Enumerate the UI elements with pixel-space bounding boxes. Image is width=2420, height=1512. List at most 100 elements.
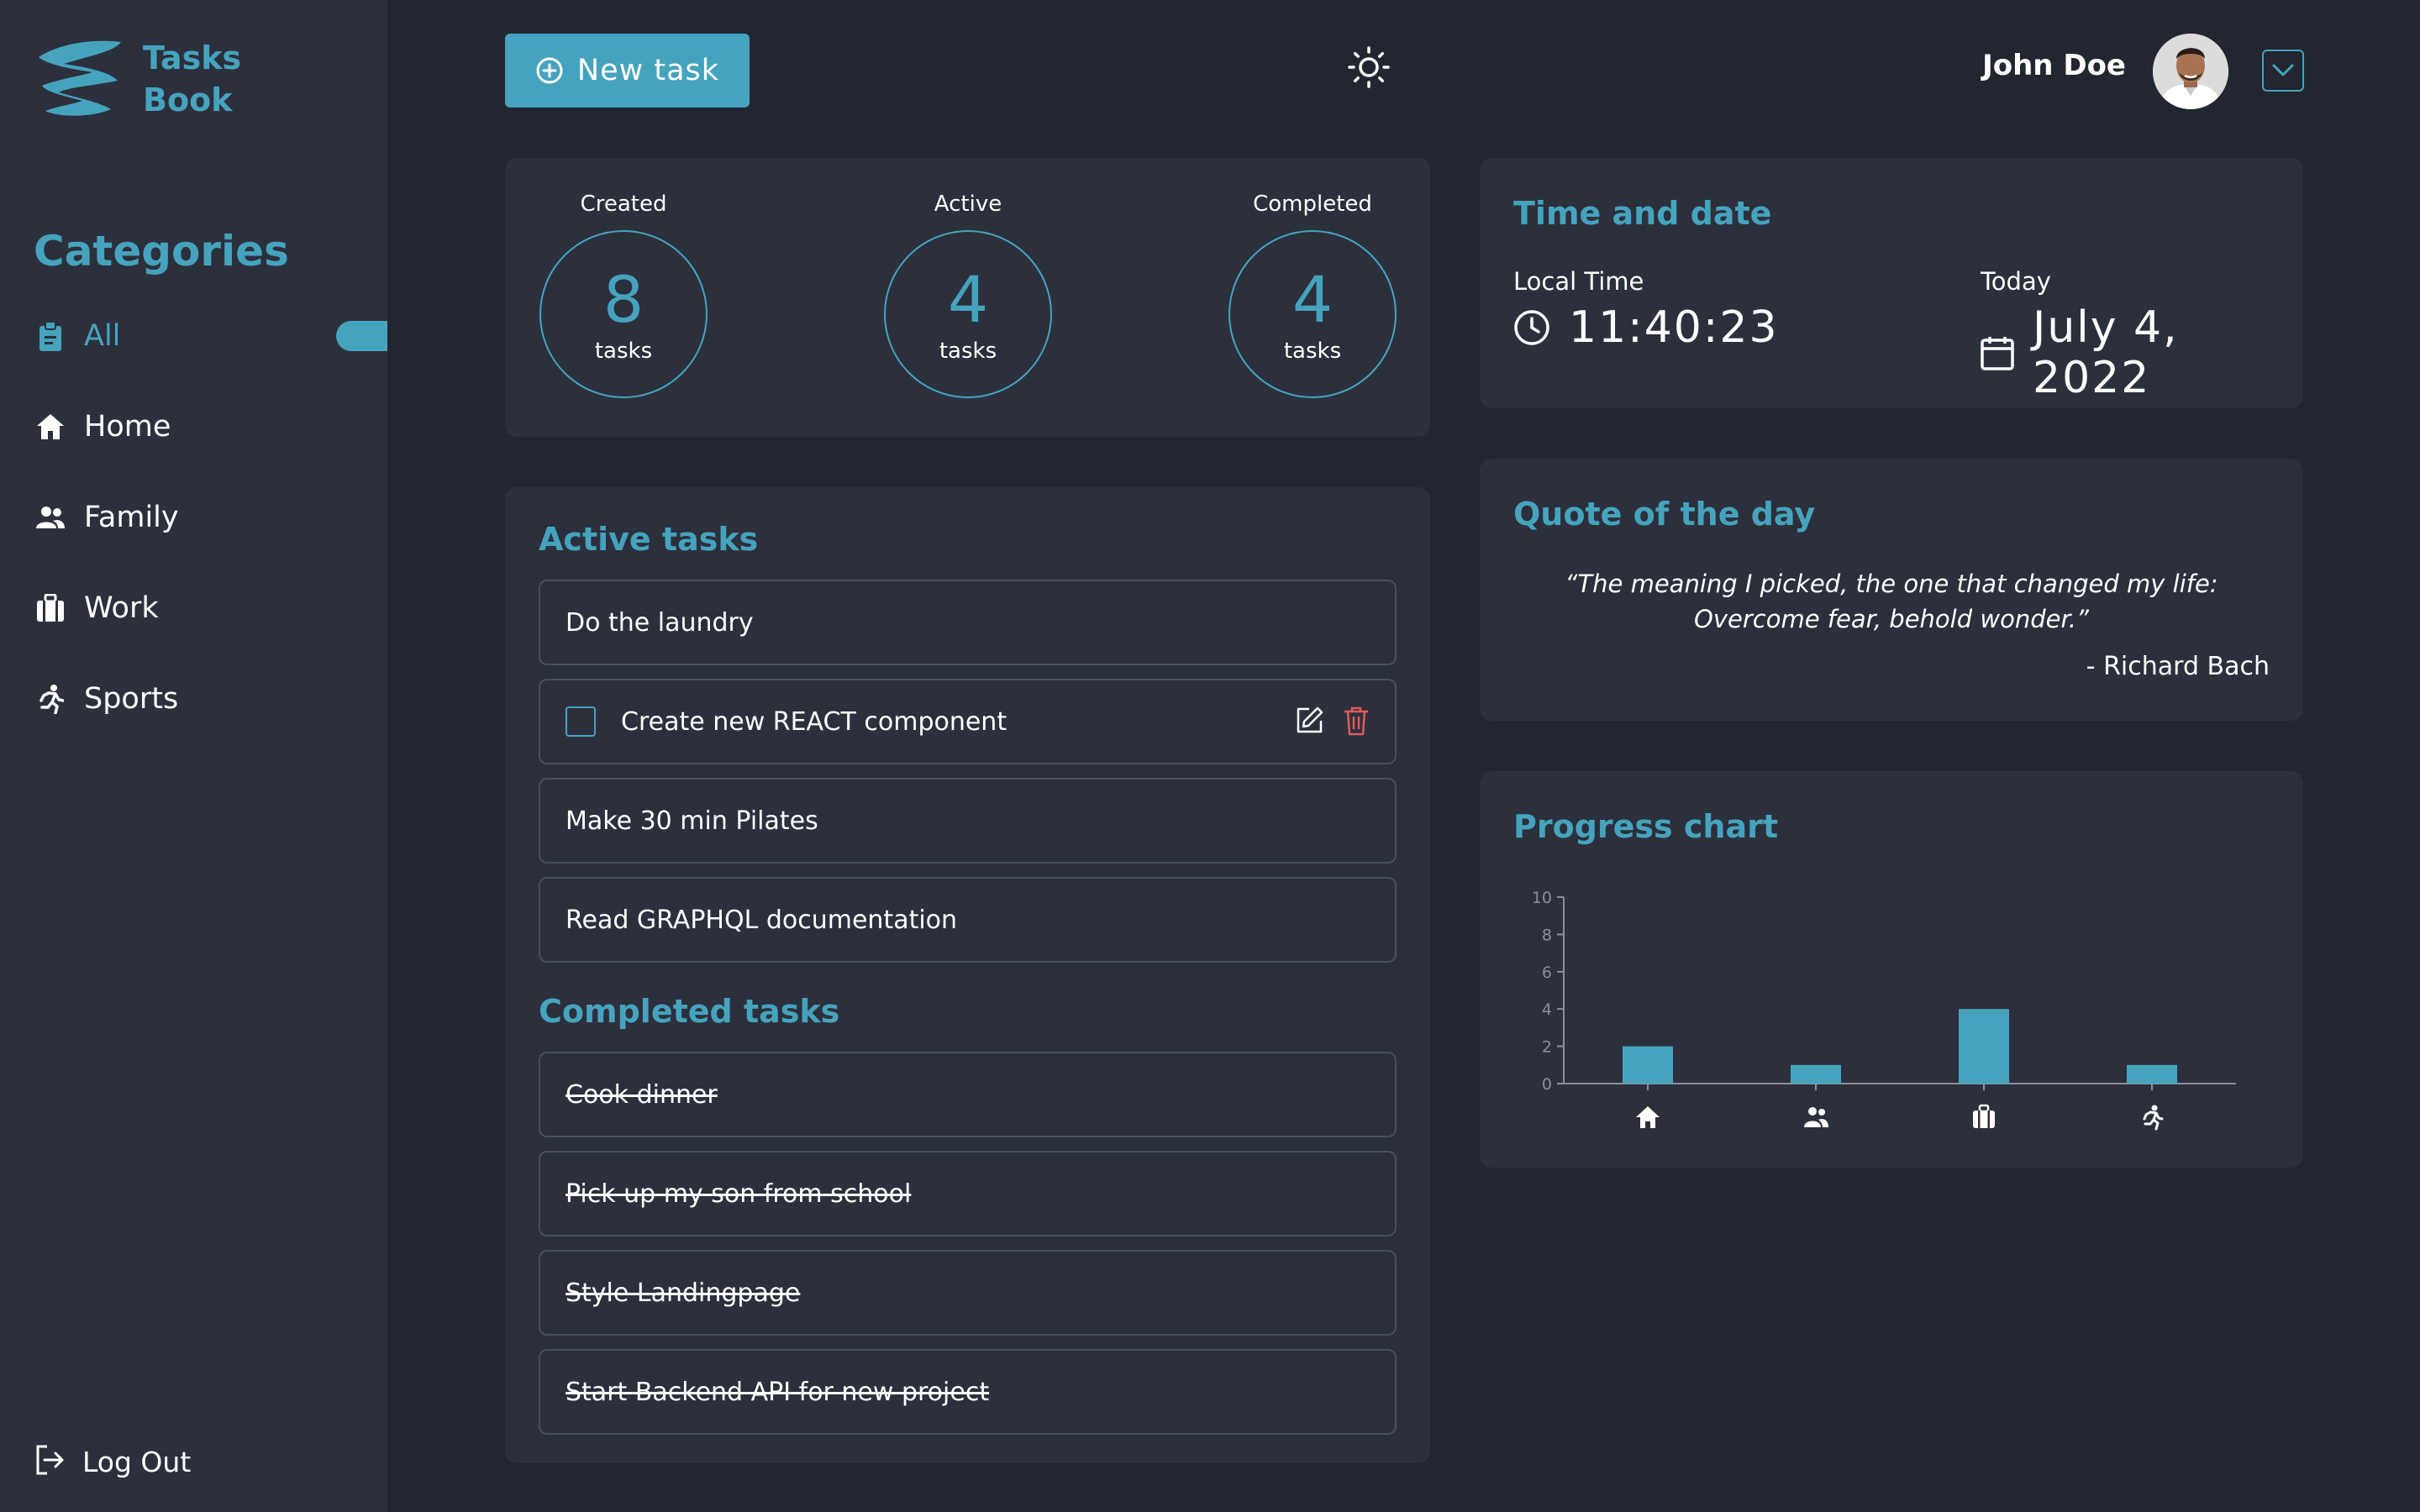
family-icon bbox=[34, 501, 67, 534]
task-item-hovered[interactable]: Create new REACT component bbox=[539, 679, 1397, 764]
quote-author: - Richard Bach bbox=[2086, 652, 2270, 681]
briefcase-icon bbox=[34, 591, 67, 625]
y-tick-label: 6 bbox=[1542, 963, 1552, 982]
local-time-value: 11:40:23 bbox=[1569, 302, 1779, 353]
stat-label: Active bbox=[934, 192, 1002, 217]
quote-title: Quote of the day bbox=[1513, 496, 1816, 533]
sidebar-item-label: All bbox=[84, 319, 121, 353]
stat-value: 4 bbox=[1292, 262, 1334, 337]
sidebar-item-all[interactable]: All bbox=[34, 311, 387, 361]
active-tasks-title: Active tasks bbox=[539, 521, 759, 558]
logout-icon bbox=[34, 1444, 66, 1479]
today-date: July 4, 2022 bbox=[1981, 302, 2303, 403]
clock-icon bbox=[1513, 309, 1550, 346]
sidebar-item-label: Work bbox=[84, 591, 159, 625]
stat-ring: 8 tasks bbox=[539, 230, 708, 398]
bar-briefcase bbox=[1959, 1009, 2009, 1084]
local-time: 11:40:23 bbox=[1513, 302, 1779, 353]
y-tick-label: 4 bbox=[1542, 1000, 1552, 1019]
sidebar-item-label: Home bbox=[84, 410, 171, 444]
sidebar-item-sports[interactable]: Sports bbox=[34, 674, 387, 724]
task-text: Do the laundry bbox=[566, 607, 754, 638]
app-logo-text: Tasks Book bbox=[143, 37, 241, 121]
stat-ring: 4 tasks bbox=[1228, 230, 1397, 398]
plus-circle-icon bbox=[535, 56, 564, 85]
logout-button[interactable]: Log Out bbox=[34, 1436, 191, 1487]
categories-title: Categories bbox=[34, 227, 289, 276]
home-icon bbox=[34, 410, 67, 444]
bar-home bbox=[1623, 1046, 1673, 1084]
task-item[interactable]: Read GRAPHQL documentation bbox=[539, 877, 1397, 963]
calendar-icon bbox=[1981, 335, 2014, 370]
sidebar-item-home[interactable]: Home bbox=[34, 402, 387, 452]
completed-task-item[interactable]: Cook dinner bbox=[539, 1052, 1397, 1137]
delete-icon[interactable] bbox=[1343, 706, 1370, 736]
avatar[interactable] bbox=[2153, 34, 2228, 109]
tasks-card: Active tasks Do the laundry Create new R… bbox=[505, 487, 1430, 1463]
completed-task-item[interactable]: Style Landingpage bbox=[539, 1250, 1397, 1336]
user-name: John Doe bbox=[1982, 49, 2126, 82]
task-text: Read GRAPHQL documentation bbox=[566, 905, 958, 935]
quote-card: Quote of the day “The meaning I picked, … bbox=[1480, 459, 2303, 721]
chevron-down-icon bbox=[2272, 64, 2294, 76]
stat-label: Created bbox=[580, 192, 667, 217]
task-actions bbox=[1294, 706, 1370, 736]
running-icon bbox=[2143, 1105, 2164, 1131]
completed-tasks-title: Completed tasks bbox=[539, 993, 840, 1030]
time-date-title: Time and date bbox=[1513, 195, 1772, 232]
task-text: Create new REACT component bbox=[621, 706, 1007, 737]
today-label: Today bbox=[1981, 267, 2051, 296]
completed-task-item[interactable]: Start Backend API for new project bbox=[539, 1349, 1397, 1435]
task-item[interactable]: Make 30 min Pilates bbox=[539, 778, 1397, 864]
logout-label: Log Out bbox=[82, 1445, 192, 1478]
sun-icon bbox=[1348, 46, 1390, 88]
stats-card: Created 8 tasks Active 4 tasks Completed… bbox=[505, 158, 1430, 437]
stat-ring: 4 tasks bbox=[884, 230, 1052, 398]
sidebar-item-label: Family bbox=[84, 501, 179, 534]
task-item[interactable]: Do the laundry bbox=[539, 580, 1397, 665]
local-time-label: Local Time bbox=[1513, 267, 1644, 296]
task-text: Cook dinner bbox=[566, 1079, 718, 1110]
sidebar: Tasks Book Categories All Home Family Wo… bbox=[0, 0, 387, 1512]
task-text: Style Landingpage bbox=[566, 1278, 801, 1308]
logo-line-2: Book bbox=[143, 81, 233, 118]
home-icon bbox=[1636, 1106, 1660, 1128]
stat-unit: tasks bbox=[594, 339, 653, 364]
stat-created: Created 8 tasks bbox=[535, 192, 712, 398]
task-checkbox[interactable] bbox=[566, 706, 596, 737]
today-date-value: July 4, 2022 bbox=[2033, 302, 2179, 403]
stat-value: 4 bbox=[947, 262, 989, 337]
y-tick-label: 10 bbox=[1532, 889, 1552, 907]
sidebar-item-label: Sports bbox=[84, 682, 179, 716]
progress-chart-card: Progress chart 0 2 4 6 8 10 bbox=[1480, 771, 2303, 1168]
y-tick-label: 0 bbox=[1542, 1075, 1552, 1094]
stat-unit: tasks bbox=[1283, 339, 1342, 364]
user-menu-dropdown-button[interactable] bbox=[2262, 50, 2304, 92]
y-tick-label: 2 bbox=[1542, 1038, 1552, 1057]
family-icon bbox=[1804, 1107, 1828, 1127]
theme-toggle-button[interactable] bbox=[1345, 44, 1392, 91]
y-tick-label: 8 bbox=[1542, 926, 1552, 944]
stat-unit: tasks bbox=[939, 339, 997, 364]
task-text: Start Backend API for new project bbox=[566, 1377, 990, 1407]
sidebar-item-work[interactable]: Work bbox=[34, 583, 387, 633]
logo-line-1: Tasks bbox=[143, 39, 242, 76]
stat-value: 8 bbox=[602, 262, 644, 337]
progress-chart: 0 2 4 6 8 10 bbox=[1532, 889, 2236, 1131]
stat-label: Completed bbox=[1253, 192, 1372, 217]
user-avatar-icon bbox=[2153, 34, 2228, 109]
new-task-button[interactable]: New task bbox=[505, 34, 750, 108]
briefcase-icon bbox=[1973, 1104, 1995, 1128]
clipboard-icon bbox=[34, 319, 67, 353]
stat-completed: Completed 4 tasks bbox=[1224, 192, 1401, 398]
sidebar-item-family[interactable]: Family bbox=[34, 492, 387, 543]
new-task-label: New task bbox=[576, 54, 720, 87]
quote-text: “The meaning I picked, the one that chan… bbox=[1565, 570, 2218, 633]
task-text: Pick up my son from school bbox=[566, 1179, 912, 1209]
task-text: Make 30 min Pilates bbox=[566, 806, 818, 836]
edit-icon[interactable] bbox=[1294, 706, 1324, 736]
running-icon bbox=[34, 682, 67, 716]
completed-task-item[interactable]: Pick up my son from school bbox=[539, 1151, 1397, 1236]
bar-family bbox=[1791, 1064, 1841, 1084]
bar-running bbox=[2127, 1064, 2177, 1084]
